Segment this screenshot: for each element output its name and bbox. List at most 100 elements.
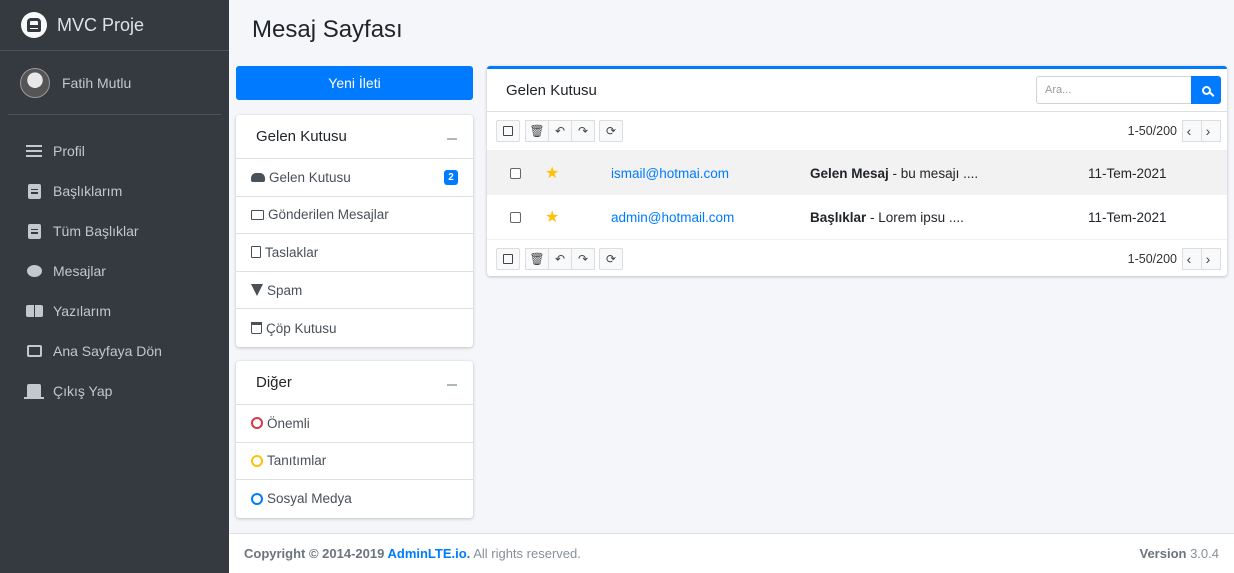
table-row[interactable]: ★ admin@hotmail.com Başlıklar - Lorem ip…	[487, 195, 1227, 239]
user-panel[interactable]: Fatih Mutlu	[8, 51, 221, 115]
brand-title: MVC Proje	[57, 14, 145, 35]
mail-sender[interactable]: admin@hotmail.com	[611, 210, 810, 225]
sidebar-item-mesajlar[interactable]: Mesajlar	[0, 251, 229, 291]
document-icon	[25, 223, 43, 239]
inbox-icon	[251, 172, 265, 182]
envelope-icon	[251, 209, 264, 220]
forward-icon: ↷	[577, 251, 589, 266]
label-list: Önemli Tanıtımlar Sosyal Medya	[236, 405, 473, 518]
folder-label: Gönderilen Mesajlar	[268, 207, 389, 223]
row-checkbox[interactable]	[510, 211, 521, 223]
select-all-button[interactable]	[496, 120, 520, 142]
sidebar-item-label: Mesajlar	[53, 263, 106, 279]
sidebar-item-yazilarim[interactable]: Yazılarım	[0, 291, 229, 331]
checkbox-icon	[503, 126, 513, 136]
sidebar-item-label: Çıkış Yap	[53, 383, 113, 399]
adminlte-link[interactable]: AdminLTE.io.	[387, 546, 470, 561]
sidebar-item-label: Ana Sayfaya Dön	[53, 343, 162, 359]
circle-icon	[251, 492, 263, 505]
mail-preview: - Lorem ipsu ....	[866, 209, 964, 225]
select-all-button[interactable]	[496, 247, 520, 270]
sidebar-item-basliklarim[interactable]: Başlıklarım	[0, 171, 229, 211]
sidebar-item-cikis[interactable]: Çıkış Yap	[0, 371, 229, 411]
version-label: Version	[1139, 546, 1187, 561]
folders-header: Gelen Kutusu	[236, 115, 473, 159]
folder-drafts[interactable]: Taslaklar	[236, 234, 473, 272]
delete-button[interactable]: 🗑	[525, 247, 549, 270]
reply-button[interactable]: ↶	[548, 120, 572, 142]
mail-subject-title: Gelen Mesaj	[810, 165, 889, 181]
sidebar-item-label: Başlıklarım	[53, 183, 123, 199]
sidebar-item-ana-sayfa[interactable]: Ana Sayfaya Dön	[0, 331, 229, 371]
sidebar-item-label: Profil	[53, 143, 85, 159]
refresh-button[interactable]: ⟳	[599, 247, 623, 270]
mail-subject[interactable]: Gelen Mesaj - bu mesajı ....	[810, 166, 1088, 181]
folders-card: Gelen Kutusu Gelen Kutusu 2 Gönderilen Me…	[236, 115, 473, 347]
reply-icon: ↶	[554, 124, 566, 138]
mail-toolbar-bottom: 🗑 ↶ ↷ ⟳ 1-50/200 ‹ ›	[487, 239, 1227, 277]
labels-card: Diğer Önemli Tanıtımlar Sosyal Medya	[236, 361, 473, 518]
chevron-right-icon: ›	[1205, 250, 1211, 267]
unread-badge: 2	[444, 170, 458, 185]
avatar	[20, 67, 50, 98]
folder-trash[interactable]: Çöp Kutusu	[236, 309, 473, 347]
folder-sent[interactable]: Gönderilen Mesajlar	[236, 197, 473, 235]
folder-inbox[interactable]: Gelen Kutusu 2	[236, 159, 473, 197]
pager-text: 1-50/200	[1127, 124, 1177, 138]
forward-button[interactable]: ↷	[571, 247, 595, 270]
trash-icon: 🗑	[529, 124, 545, 138]
document-icon	[25, 183, 43, 199]
mail-sender[interactable]: ismail@hotmai.com	[611, 166, 810, 181]
forward-button[interactable]: ↷	[571, 120, 595, 142]
folder-label: Gelen Kutusu	[269, 169, 351, 185]
mail-subject[interactable]: Başlıklar - Lorem ipsu ....	[810, 210, 1088, 225]
page-title: Mesaj Sayfası	[252, 16, 403, 43]
trash-icon	[251, 322, 262, 335]
sidebar-item-profil[interactable]: Profil	[0, 131, 229, 171]
mail-search	[1036, 76, 1221, 104]
search-input[interactable]	[1036, 76, 1191, 104]
star-icon[interactable]: ★	[545, 163, 611, 183]
pager-text: 1-50/200	[1127, 251, 1177, 266]
compose-button[interactable]: Yeni İleti	[236, 66, 473, 100]
star-icon[interactable]: ★	[545, 207, 611, 227]
label-text: Tanıtımlar	[267, 453, 327, 469]
door-icon	[24, 383, 44, 399]
collapse-icon[interactable]	[447, 137, 457, 140]
delete-button[interactable]: 🗑	[525, 120, 549, 142]
mail-date: 11-Tem-2021	[1088, 209, 1167, 225]
mailbox-header: Gelen Kutusu	[487, 69, 1227, 112]
refresh-button[interactable]: ⟳	[599, 120, 623, 142]
label-promotions[interactable]: Tanıtımlar	[236, 443, 473, 481]
folder-label: Çöp Kutusu	[266, 320, 337, 336]
user-name: Fatih Mutlu	[62, 74, 132, 91]
labels-header: Diğer	[236, 361, 473, 405]
search-button[interactable]	[1191, 76, 1221, 104]
checkbox-icon	[503, 253, 513, 264]
row-checkbox[interactable]	[510, 167, 521, 179]
mail-preview: - bu mesajı ....	[888, 165, 979, 181]
prev-page-button[interactable]: ‹	[1182, 247, 1202, 270]
mailbox-card: Gelen Kutusu 🗑 ↶ ↷ ⟳ 1-50/200 ‹ › ★ isma…	[487, 66, 1227, 276]
folder-list: Gelen Kutusu 2 Gönderilen Mesajlar Taslak…	[236, 159, 473, 347]
folder-label: Taslaklar	[265, 244, 319, 260]
label-important[interactable]: Önemli	[236, 405, 473, 443]
refresh-icon: ⟳	[605, 124, 617, 138]
label-social[interactable]: Sosyal Medya	[236, 480, 473, 518]
version-info: Version 3.0.4	[1140, 546, 1220, 561]
chevron-right-icon: ›	[1205, 123, 1211, 139]
brand-link[interactable]: MVC Proje	[0, 0, 229, 51]
label-text: Sosyal Medya	[267, 491, 352, 507]
table-row[interactable]: ★ ismail@hotmai.com Gelen Mesaj - bu mes…	[487, 151, 1227, 195]
refresh-icon: ⟳	[605, 251, 617, 266]
prev-page-button[interactable]: ‹	[1182, 120, 1202, 142]
folder-spam[interactable]: Spam	[236, 272, 473, 310]
next-page-button[interactable]: ›	[1201, 247, 1221, 270]
pager: 1-50/200 ‹ ›	[1127, 247, 1221, 270]
main-footer: Copyright © 2014-2019 AdminLTE.io. All r…	[229, 533, 1234, 573]
reply-button[interactable]: ↶	[548, 247, 572, 270]
next-page-button[interactable]: ›	[1201, 120, 1221, 142]
sidebar-item-tum-basliklar[interactable]: Tüm Başlıklar	[0, 211, 229, 251]
collapse-icon[interactable]	[447, 383, 457, 386]
mail-date: 11-Tem-2021	[1088, 165, 1167, 181]
